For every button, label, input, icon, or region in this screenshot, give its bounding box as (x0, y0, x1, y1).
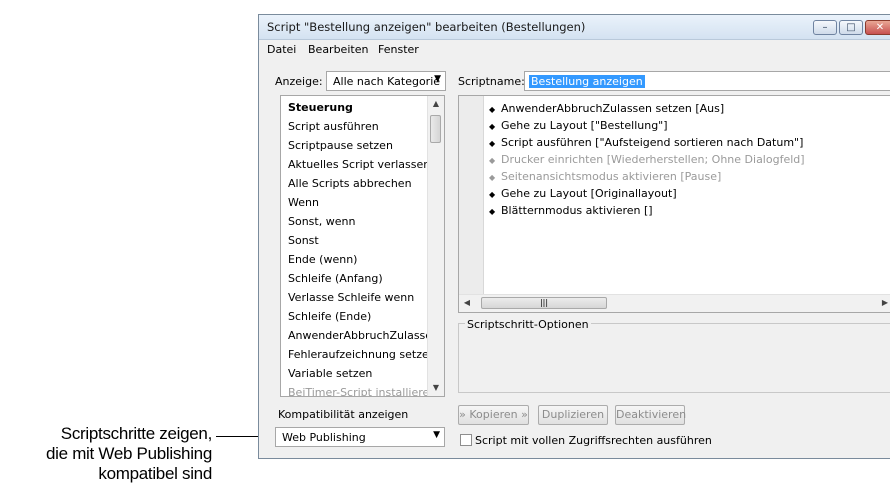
chevron-down-icon: ▼ (434, 74, 441, 84)
bullet-icon: ◆ (489, 105, 496, 114)
menu-fenster[interactable]: Fenster (378, 43, 419, 56)
steps-category-header: Steuerung (288, 101, 353, 114)
callout-annotation: Scriptschritte zeigen, die mit Web Publi… (0, 424, 212, 484)
step-item[interactable]: Schleife (Ende) (288, 310, 371, 323)
script-horizontal-scrollbar[interactable]: ◀ ||| ▶ (459, 294, 890, 312)
menu-bar: Datei Bearbeiten Fenster (259, 40, 890, 58)
bullet-icon: ◆ (489, 122, 496, 131)
script-editor-window: Script "Bestellung anzeigen" bearbeiten … (258, 14, 890, 459)
bullet-icon: ◆ (489, 173, 496, 182)
script-line[interactable]: ◆ Blätternmodus aktivieren [] (489, 204, 653, 217)
script-name-value: Bestellung anzeigen (529, 75, 645, 88)
full-access-checkbox[interactable] (460, 434, 472, 446)
title-bar[interactable]: Script "Bestellung anzeigen" bearbeiten … (259, 15, 890, 40)
callout-line-2: die mit Web Publishing (45, 444, 212, 463)
scroll-left-icon[interactable]: ◀ (459, 295, 475, 311)
scroll-down-icon[interactable]: ▼ (428, 380, 444, 396)
script-steps-list[interactable]: Steuerung Script ausführen Scriptpause s… (280, 95, 445, 397)
duplicate-button[interactable]: Duplizieren (538, 405, 608, 425)
steps-vertical-scrollbar[interactable]: ▲ ▼ (427, 96, 444, 396)
script-line[interactable]: ◆ Gehe zu Layout ["Bestellung"] (489, 119, 668, 132)
step-item[interactable]: Wenn (288, 196, 319, 209)
bullet-icon: ◆ (489, 139, 496, 148)
step-item[interactable]: Scriptpause setzen (288, 139, 393, 152)
callout-line-3: kompatibel sind (98, 464, 212, 483)
step-item[interactable]: Sonst (288, 234, 319, 247)
bullet-icon: ◆ (489, 156, 496, 165)
compatibility-label: Kompatibilität anzeigen (278, 408, 409, 421)
script-line-disabled[interactable]: ◆ Seitenansichtsmodus aktivieren [Pause] (489, 170, 721, 183)
script-gutter (459, 96, 484, 296)
step-options-title: Scriptschritt-Optionen (465, 318, 591, 331)
menu-bearbeiten[interactable]: Bearbeiten (308, 43, 368, 56)
script-name-label: Scriptname: (458, 75, 525, 88)
step-item[interactable]: Script ausführen (288, 120, 379, 133)
view-select-value: Alle nach Kategorie (333, 75, 441, 88)
window-title: Script "Bestellung anzeigen" bearbeiten … (267, 20, 586, 34)
view-select[interactable]: Alle nach Kategorie ▼ (326, 71, 446, 91)
menu-datei[interactable]: Datei (267, 43, 296, 56)
script-line-disabled[interactable]: ◆ Drucker einrichten [Wiederherstellen; O… (489, 153, 805, 166)
step-item[interactable]: AnwenderAbbruchZulassen... (288, 329, 444, 342)
full-access-label: Script mit vollen Zugriffsrechten ausfüh… (475, 434, 712, 447)
step-item[interactable]: BeiTimer-Script installieren (288, 386, 436, 396)
compatibility-select-value: Web Publishing (282, 431, 366, 444)
scroll-right-icon[interactable]: ▶ (877, 295, 890, 311)
copy-button[interactable]: » Kopieren » (458, 405, 529, 425)
scroll-thumb[interactable]: ||| (481, 297, 607, 309)
step-item[interactable]: Schleife (Anfang) (288, 272, 383, 285)
step-item[interactable]: Aktuelles Script verlassen (288, 158, 430, 171)
bullet-icon: ◆ (489, 207, 496, 216)
callout-line-1: Scriptschritte zeigen, (60, 424, 213, 443)
step-item[interactable]: Alle Scripts abbrechen (288, 177, 412, 190)
step-item[interactable]: Variable setzen (288, 367, 372, 380)
script-line[interactable]: ◆ Script ausführen ["Aufsteigend sortiere… (489, 136, 803, 149)
step-options-group: Scriptschritt-Optionen (458, 318, 890, 393)
script-line[interactable]: ◆ AnwenderAbbruchZulassen setzen [Aus] (489, 102, 724, 115)
step-item[interactable]: Verlasse Schleife wenn (288, 291, 414, 304)
minimize-button[interactable]: – (813, 20, 837, 35)
chevron-down-icon: ▼ (433, 430, 440, 440)
bullet-icon: ◆ (489, 190, 496, 199)
compatibility-select[interactable]: Web Publishing ▼ (275, 427, 445, 447)
script-editor-area[interactable]: ◆ AnwenderAbbruchZulassen setzen [Aus] ◆ G… (458, 95, 890, 313)
scroll-thumb[interactable] (430, 115, 441, 143)
view-label: Anzeige: (275, 75, 323, 88)
step-item[interactable]: Fehleraufzeichnung setzen (288, 348, 436, 361)
maximize-button[interactable]: □ (839, 20, 863, 35)
step-item[interactable]: Sonst, wenn (288, 215, 355, 228)
deactivate-button[interactable]: Deaktivieren (615, 405, 686, 425)
step-item[interactable]: Ende (wenn) (288, 253, 357, 266)
script-name-input[interactable]: Bestellung anzeigen (524, 71, 890, 91)
close-button[interactable]: ✕ (865, 20, 890, 35)
script-line[interactable]: ◆ Gehe zu Layout [Originallayout] (489, 187, 677, 200)
scroll-up-icon[interactable]: ▲ (428, 96, 444, 112)
